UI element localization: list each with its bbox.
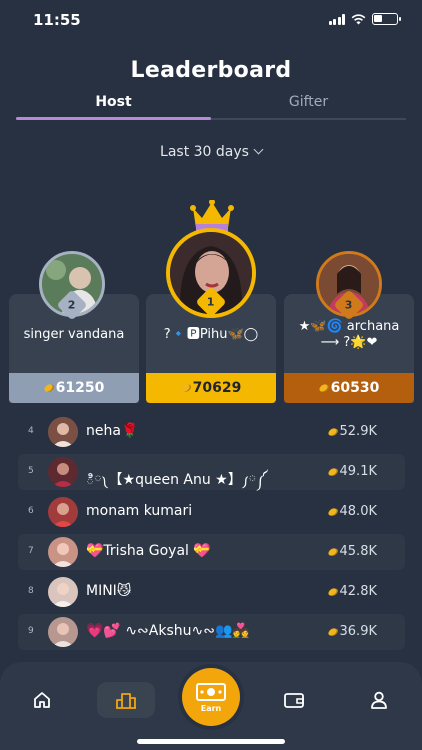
status-bar: 11:55 xyxy=(0,0,422,42)
nav-leaderboard[interactable] xyxy=(97,682,155,718)
list-rank: 6 xyxy=(28,506,34,516)
podium-name-3-line2: ⟶ ?🌟❤ xyxy=(320,335,378,350)
podium-score-1: 70629 xyxy=(146,373,276,403)
podium-score-2: 61250 xyxy=(9,373,139,403)
podium-name-3: ★🦋🌀 archana xyxy=(298,319,400,334)
list-item[interactable]: 6 monam kumari 48.0K xyxy=(18,494,405,530)
coin-icon xyxy=(179,382,191,394)
list-name: 💗💕 ∿∾Akshu∿∾👥💑 xyxy=(86,623,250,639)
list-item[interactable]: 9 💗💕 ∿∾Akshu∿∾👥💑 36.9K xyxy=(18,614,405,650)
signal-icon xyxy=(328,13,345,25)
list-item[interactable]: 4 neha🌹 52.9K xyxy=(18,414,405,450)
tab-indicator xyxy=(16,117,211,120)
avatar xyxy=(48,617,78,647)
list-score: 52.9K xyxy=(326,424,377,439)
period-label: Last 30 days xyxy=(160,144,249,160)
list-item[interactable]: 7 💝Trisha Goyal 💝 45.8K xyxy=(18,534,405,570)
list-name: MINI😼 xyxy=(86,583,132,599)
leaderboard-icon xyxy=(116,693,136,709)
earn-button[interactable]: Earn xyxy=(182,668,240,726)
status-time: 11:55 xyxy=(33,11,81,29)
list-score: 49.1K xyxy=(326,464,377,479)
avatar xyxy=(48,417,78,447)
list-rank: 9 xyxy=(28,626,34,636)
wallet-icon xyxy=(284,693,304,708)
avatar xyxy=(48,497,78,527)
podium-score-3: 60530 xyxy=(284,373,414,403)
list-score: 48.0K xyxy=(326,504,377,519)
nav-home[interactable] xyxy=(13,682,71,718)
list-score: 36.9K xyxy=(326,624,377,639)
page-title: Leaderboard xyxy=(130,58,292,83)
list-name: neha🌹 xyxy=(86,423,139,439)
earn-label: Earn xyxy=(200,703,222,713)
avatar xyxy=(48,457,78,487)
earn-icon xyxy=(196,682,226,701)
home-indicator xyxy=(137,739,285,744)
podium-name-2: singer vandana xyxy=(23,327,125,342)
tab-bar: Host Gifter xyxy=(16,94,406,120)
list-item[interactable]: 5 ి༾【★queen Anu ★】༿༼ 49.1K xyxy=(18,454,405,490)
list-item[interactable]: 8 MINI😼 42.8K xyxy=(18,574,405,610)
period-dropdown[interactable]: Last 30 days xyxy=(0,144,422,160)
profile-icon xyxy=(371,691,387,709)
coin-icon xyxy=(42,382,54,394)
list-rank: 8 xyxy=(28,586,34,596)
podium-name-1: ?🔹🅿Pihu🦋◯ xyxy=(163,327,259,342)
coin-icon xyxy=(317,382,329,394)
nav-profile[interactable] xyxy=(350,682,408,718)
list-score: 45.8K xyxy=(326,544,377,559)
tab-gifter[interactable]: Gifter xyxy=(211,94,406,110)
home-icon xyxy=(34,692,50,708)
nav-wallet[interactable] xyxy=(265,682,323,718)
list-name: 💝Trisha Goyal 💝 xyxy=(86,543,211,559)
list-rank: 7 xyxy=(28,546,34,556)
battery-icon xyxy=(372,13,401,25)
chevron-down-icon xyxy=(253,144,264,155)
list-name: monam kumari xyxy=(86,503,193,519)
list-rank: 4 xyxy=(28,426,34,436)
list-rank: 5 xyxy=(28,466,34,476)
avatar xyxy=(48,537,78,567)
avatar xyxy=(48,577,78,607)
list-score: 42.8K xyxy=(326,584,377,599)
status-icons xyxy=(328,13,401,25)
tab-host[interactable]: Host xyxy=(16,94,211,110)
wifi-icon xyxy=(351,13,366,24)
